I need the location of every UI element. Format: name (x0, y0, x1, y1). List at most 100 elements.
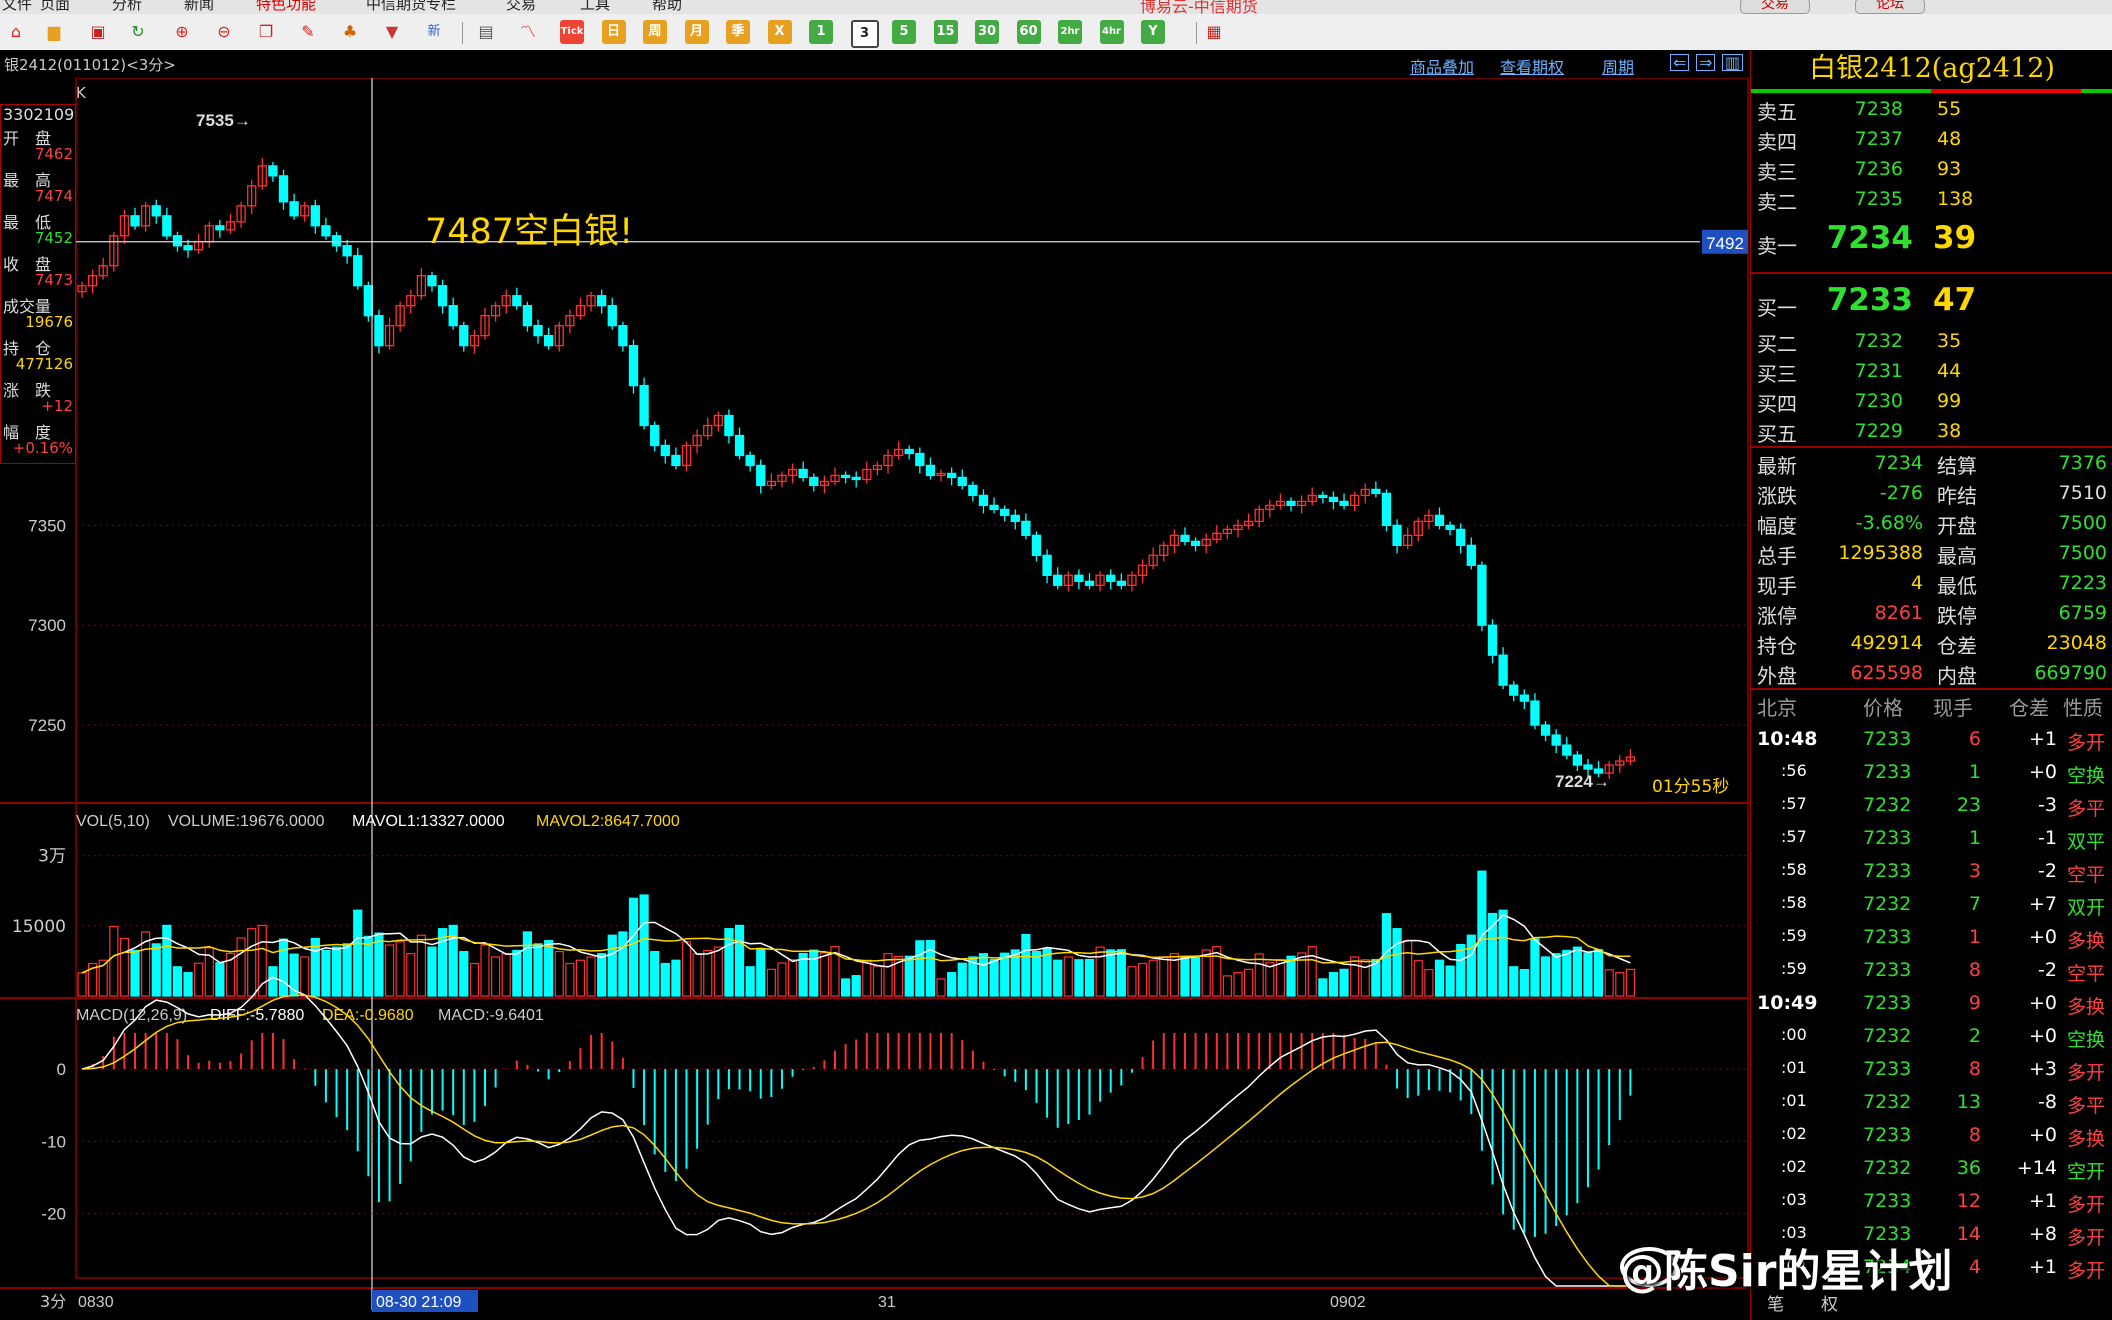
menu-analysis[interactable]: 分析 (112, 0, 142, 14)
new-icon[interactable]: 新 (422, 20, 446, 44)
candle-body (1328, 496, 1339, 503)
volume-bar (1530, 938, 1540, 997)
layout-icon[interactable]: ▣ (86, 20, 110, 44)
candle-body (1466, 544, 1476, 566)
stat-label: 仓差 (1937, 634, 1977, 658)
home-icon[interactable]: ⌂ (4, 20, 28, 44)
period-button-60[interactable]: 60 (1016, 20, 1041, 44)
split-icon[interactable]: ▥ (1722, 54, 1744, 71)
period-button-X[interactable]: X (767, 20, 792, 44)
stat-label: 昨结 (1937, 484, 1977, 508)
period-button-2hr[interactable]: 2hr (1058, 20, 1082, 44)
options-link[interactable]: 查看期权 (1500, 54, 1564, 78)
volume-bar (437, 928, 448, 997)
tick-volume: 8 (1968, 959, 1981, 981)
grid-icon[interactable]: ▦ (1202, 20, 1226, 44)
tick-time: :57 (1781, 827, 1807, 846)
info-value: 19676 (25, 313, 73, 331)
volume-bar (1233, 972, 1243, 997)
period-button-15[interactable]: 15 (933, 20, 958, 44)
menu-page[interactable]: 页面 (40, 0, 70, 14)
volume-bar (1540, 956, 1551, 997)
volume-value: VOLUME:19676.0000 (168, 813, 325, 830)
tick-header: 北京 (1757, 696, 1797, 720)
volume-bar (1286, 955, 1296, 997)
candle-body (289, 201, 299, 217)
tick-price: 7233 (1863, 1058, 1912, 1080)
zoom-in-icon[interactable]: ⊕ (170, 20, 194, 44)
window-icon[interactable]: ❐ (254, 20, 278, 44)
stat-label: 最高 (1937, 544, 1977, 568)
info-value: 7452 (34, 229, 73, 247)
candle-body (1540, 724, 1551, 736)
tick-price: 7232 (1863, 1025, 1912, 1047)
period-button-Tick[interactable]: Tick (560, 20, 584, 44)
overlay-link[interactable]: 商品叠加 (1410, 54, 1474, 78)
tick-oi-change: +7 (2028, 893, 2057, 915)
line-chart-icon[interactable]: 〽 (516, 20, 540, 44)
tick-nature: 多平 (2067, 798, 2106, 820)
kline-chart[interactable]: 7350 7300 7250 7492 7535→ 7224→ 7487空白银! 01分55秒… (0, 78, 1750, 1320)
period-button-季[interactable]: 季 (726, 20, 750, 44)
divider (1751, 688, 2112, 690)
volume-bar (363, 935, 373, 997)
period-button-Y[interactable]: Y (1141, 20, 1165, 44)
stat-label: 外盘 (1757, 664, 1797, 688)
tick-time: :03 (1781, 1190, 1807, 1209)
tick-header: 价格 (1863, 696, 1903, 720)
volume-bar (650, 950, 660, 997)
volume-bar (257, 924, 267, 997)
stat-value: -3.68% (1855, 512, 1923, 534)
candle-body (278, 175, 289, 203)
volume-bar (331, 946, 342, 997)
pencil-icon[interactable]: ✎ (296, 20, 320, 44)
bid-price: 7232 (1854, 330, 1903, 352)
period-button-30[interactable]: 30 (975, 20, 999, 44)
refresh-icon[interactable]: ↻ (126, 20, 150, 44)
tick-oi-change: +14 (2016, 1157, 2057, 1179)
stat-label: 结算 (1937, 454, 1977, 478)
volume-bar (639, 894, 649, 997)
tick-time: :02 (1781, 1157, 1807, 1176)
menu-news[interactable]: 新闻 (184, 0, 214, 14)
trade-button[interactable]: 交易 (1740, 0, 1810, 14)
menu-trade[interactable]: 交易 (506, 0, 536, 14)
menu-help[interactable]: 帮助 (652, 0, 682, 14)
period-button-1[interactable]: 1 (809, 20, 833, 44)
candle-body (904, 448, 914, 455)
tick-price: 7232 (1863, 794, 1912, 816)
folder-icon[interactable]: ▆ (42, 20, 66, 44)
period-button-3[interactable]: 3 (850, 20, 879, 48)
period-button-4hr[interactable]: 4hr (1099, 20, 1124, 44)
tick-nature: 多开 (2067, 1227, 2106, 1249)
tick-row: :02 7233 8 +0 多换 (1751, 1120, 2112, 1153)
period-link[interactable]: 周期 (1602, 54, 1634, 78)
menu-citic[interactable]: 中信期货专栏 (366, 0, 456, 14)
period-button-日[interactable]: 日 (601, 20, 626, 44)
zoom-out-icon[interactable]: ⊖ (212, 20, 236, 44)
ask-volume: 55 (1937, 98, 1962, 120)
tick-volume: 3 (1968, 860, 1981, 882)
forum-button[interactable]: 论坛 (1855, 0, 1925, 14)
volume-bar (172, 966, 183, 997)
volume-bar (1307, 946, 1317, 997)
ask-price: 7236 (1854, 158, 1903, 180)
filter-icon[interactable]: ▼ (380, 20, 404, 44)
candle-body (618, 325, 628, 347)
table-icon[interactable]: ▤ (474, 20, 498, 44)
menu-tools[interactable]: 工具 (580, 0, 610, 14)
period-button-周[interactable]: 周 (643, 20, 667, 44)
tick-oi-change: -3 (2038, 794, 2057, 816)
brush-icon[interactable]: ♣ (338, 20, 362, 44)
candle-body (978, 494, 989, 507)
next-icon[interactable]: ⇒ (1696, 54, 1716, 71)
menu-features[interactable]: 特色功能 (256, 0, 316, 14)
menu-file[interactable]: 文件 (2, 0, 32, 14)
bid-volume: 35 (1937, 330, 1962, 352)
candle-body (1053, 574, 1063, 586)
prev-icon[interactable]: ⇐ (1670, 54, 1690, 71)
candle-body (1509, 684, 1519, 696)
period-button-月[interactable]: 月 (684, 20, 709, 44)
tick-nature: 多换 (2067, 996, 2106, 1018)
period-button-5[interactable]: 5 (892, 20, 916, 44)
